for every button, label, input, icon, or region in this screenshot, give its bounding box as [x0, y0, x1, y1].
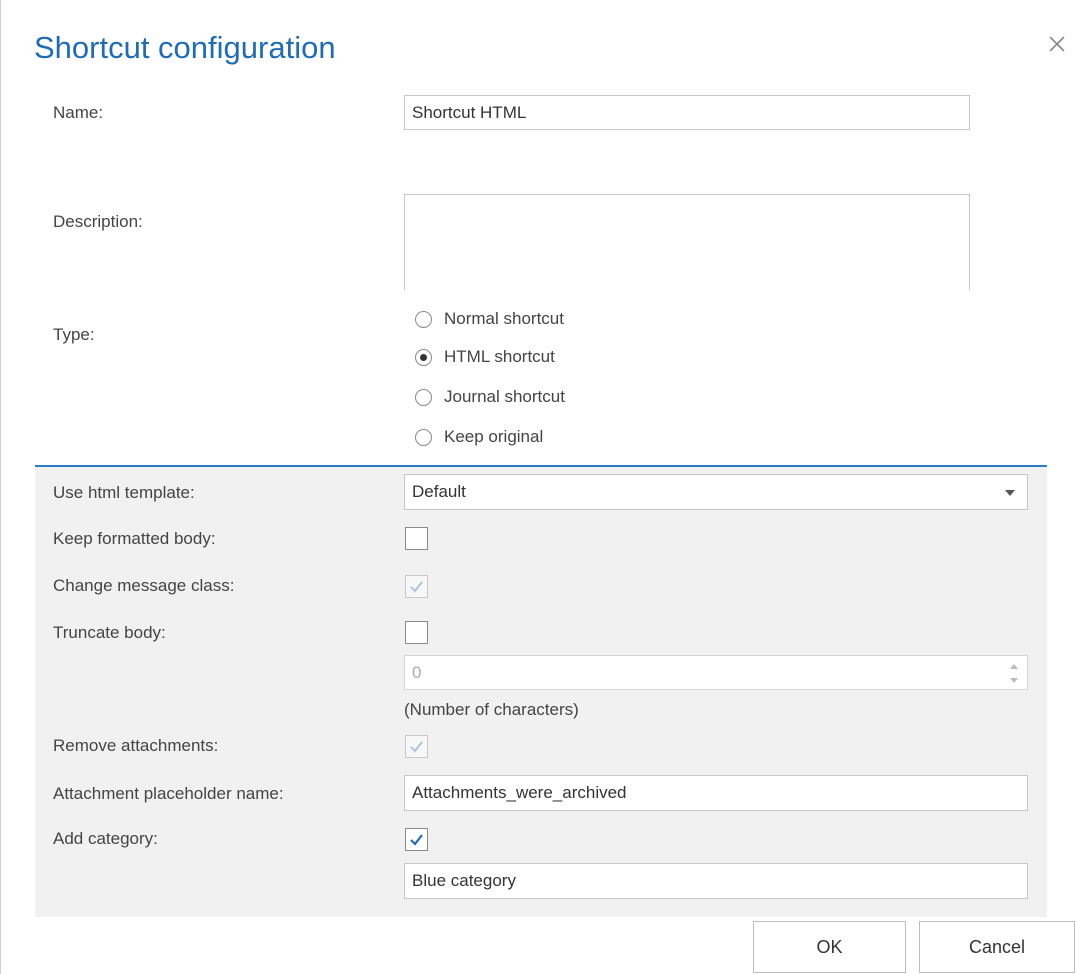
radio-icon	[415, 428, 432, 446]
placeholder-name-label: Attachment placeholder name:	[53, 784, 284, 803]
truncate-value: 0	[412, 662, 422, 682]
spin-up-icon[interactable]	[1010, 664, 1018, 669]
html-template-select[interactable]: Default	[404, 474, 1028, 510]
radio-label: Journal shortcut	[444, 387, 565, 406]
add-category-checkbox[interactable]	[405, 828, 428, 851]
placeholder-name-input[interactable]: Attachments_were_archived	[404, 775, 1028, 811]
spin-down-icon[interactable]	[1010, 678, 1018, 683]
html-template-value: Default	[412, 482, 466, 501]
radio-html-shortcut[interactable]: HTML shortcut	[415, 347, 555, 367]
name-input[interactable]: Shortcut HTML	[404, 95, 970, 130]
html-template-label: Use html template:	[53, 483, 195, 502]
truncate-number-input[interactable]: 0	[404, 655, 1028, 690]
truncate-hint: (Number of characters)	[404, 700, 579, 719]
radio-journal-shortcut[interactable]: Journal shortcut	[415, 387, 565, 407]
radio-icon	[415, 388, 432, 406]
category-input[interactable]: Blue category	[404, 863, 1028, 899]
description-textarea[interactable]	[404, 194, 970, 290]
add-category-label: Add category:	[53, 829, 158, 848]
ok-button[interactable]: OK	[753, 921, 906, 973]
type-label: Type:	[53, 325, 95, 344]
keep-formatted-checkbox[interactable]	[405, 527, 428, 550]
radio-selected-icon	[415, 348, 432, 366]
change-class-label: Change message class:	[53, 576, 235, 595]
chevron-down-icon	[1005, 490, 1015, 496]
truncate-checkbox[interactable]	[405, 621, 428, 644]
keep-formatted-label: Keep formatted body:	[53, 529, 216, 548]
radio-keep-original[interactable]: Keep original	[415, 427, 543, 447]
name-label: Name:	[53, 103, 104, 122]
radio-icon	[415, 310, 432, 328]
radio-label: HTML shortcut	[444, 347, 555, 366]
remove-attachments-label: Remove attachments:	[53, 736, 219, 755]
change-class-checkbox[interactable]	[405, 575, 428, 598]
checkmark-icon	[410, 581, 423, 593]
radio-label: Normal shortcut	[444, 309, 564, 328]
checkmark-icon	[410, 741, 423, 753]
close-icon[interactable]	[1045, 32, 1069, 56]
truncate-label: Truncate body:	[53, 623, 166, 642]
shortcut-configuration-dialog: Shortcut configuration Name: Shortcut HT…	[0, 0, 1077, 974]
radio-label: Keep original	[444, 427, 544, 446]
cancel-button[interactable]: Cancel	[919, 921, 1075, 973]
description-label: Description:	[53, 212, 143, 231]
remove-attachments-checkbox[interactable]	[405, 735, 428, 758]
dialog-title: Shortcut configuration	[34, 30, 336, 65]
radio-normal-shortcut[interactable]: Normal shortcut	[415, 309, 564, 329]
checkmark-icon	[410, 834, 423, 846]
